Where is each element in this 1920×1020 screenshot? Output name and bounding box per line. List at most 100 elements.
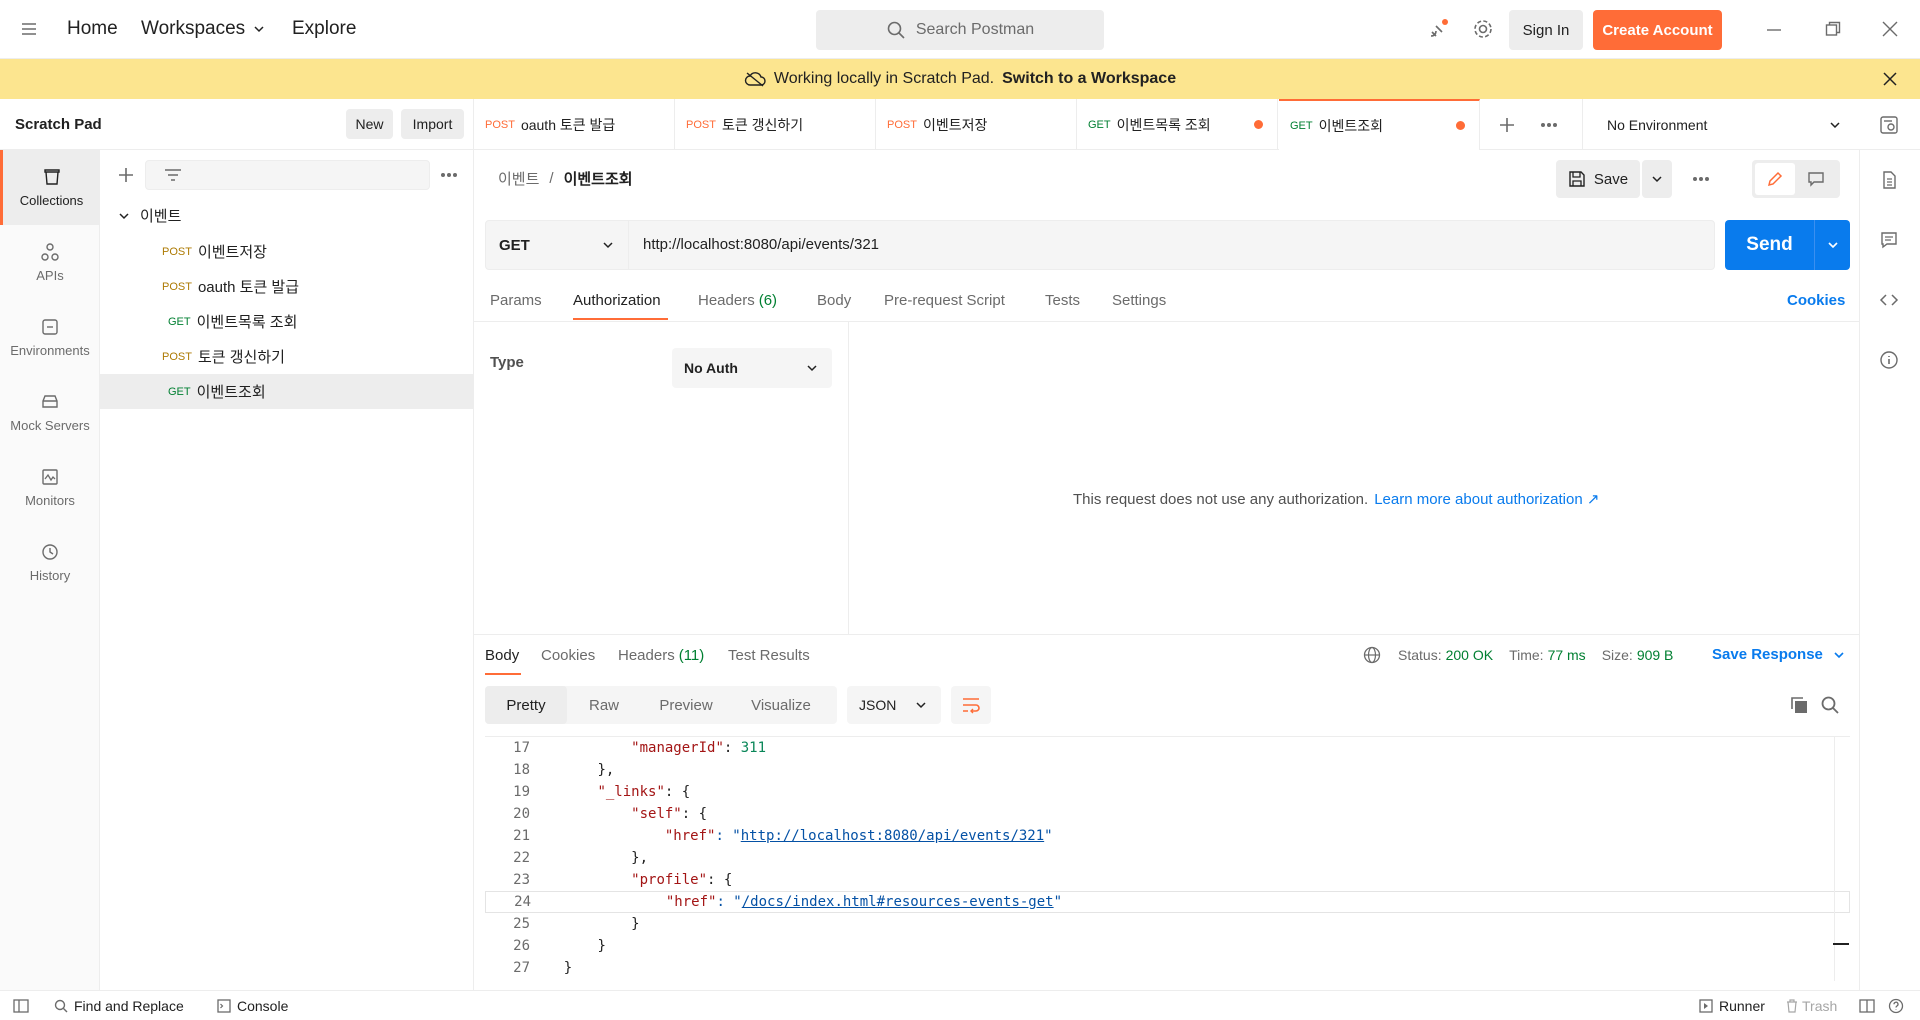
new-button[interactable]: New — [346, 109, 393, 139]
runner-button[interactable]: Runner — [1699, 998, 1765, 1014]
line-number: 26 — [513, 938, 530, 954]
wrap-lines-button[interactable] — [951, 686, 991, 724]
tab-params[interactable]: Params — [490, 292, 542, 309]
more-options-icon[interactable] — [440, 172, 458, 178]
request-name: 이벤트목록 조회 — [196, 314, 298, 331]
rail-item-apis[interactable]: APIs — [0, 225, 100, 300]
switch-workspace-link[interactable]: Switch to a Workspace — [1002, 70, 1176, 88]
two-pane-view-icon[interactable] — [1859, 999, 1875, 1013]
tab-authorization[interactable]: Authorization — [573, 292, 661, 309]
tab-body[interactable]: Body — [817, 292, 851, 309]
search-response-icon[interactable] — [1820, 695, 1840, 715]
request-tab[interactable]: POST oauth 토큰 발급 — [474, 99, 675, 150]
json-link[interactable]: /docs/index.html#resources-events-get — [742, 894, 1054, 910]
help-icon[interactable] — [1888, 998, 1904, 1014]
info-icon[interactable] — [1879, 350, 1899, 370]
send-options-button[interactable] — [1815, 220, 1850, 270]
environment-select[interactable]: No Environment — [1582, 99, 1859, 150]
response-body-code[interactable]: 17 "managerId": 311 18 }, 19 "_links": {… — [485, 736, 1850, 981]
code-snippet-icon[interactable] — [1879, 290, 1899, 310]
method-select[interactable]: GET — [486, 221, 629, 269]
request-item[interactable]: POST 이벤트저장 — [100, 234, 474, 269]
tab-settings[interactable]: Settings — [1112, 292, 1166, 309]
satellite-icon[interactable] — [1428, 18, 1450, 40]
workspaces-menu[interactable]: Workspaces — [141, 18, 265, 40]
globe-icon[interactable] — [1363, 646, 1381, 664]
collection-filter-input[interactable] — [145, 160, 430, 190]
rail-item-history[interactable]: History — [0, 525, 100, 600]
url-input[interactable]: http://localhost:8080/api/events/321 — [643, 236, 879, 253]
response-tab-cookies[interactable]: Cookies — [541, 647, 595, 664]
breadcrumb-parent[interactable]: 이벤트 — [498, 168, 539, 189]
close-window-icon[interactable] — [1882, 21, 1898, 37]
menu-icon[interactable] — [20, 20, 38, 38]
settings-gear-icon[interactable] — [1472, 18, 1494, 40]
save-button[interactable]: Save — [1556, 160, 1640, 198]
trash-button[interactable]: Trash — [1786, 998, 1837, 1014]
response-tab-test-results[interactable]: Test Results — [728, 647, 810, 664]
method-badge: GET — [1290, 119, 1313, 132]
scroll-indicator[interactable] — [1833, 943, 1849, 945]
save-response-button[interactable]: Save Response — [1712, 646, 1845, 663]
size-value[interactable]: 909 B — [1637, 647, 1674, 663]
auth-type-select[interactable]: No Auth — [672, 348, 832, 388]
home-link[interactable]: Home — [67, 18, 118, 40]
view-raw-button[interactable]: Raw — [567, 686, 641, 724]
search-bar[interactable]: Search Postman — [816, 10, 1104, 50]
find-replace-button[interactable]: Find and Replace — [54, 998, 184, 1014]
view-preview-button[interactable]: Preview — [641, 686, 731, 724]
learn-more-authorization-link[interactable]: Learn more about authorization ↗ — [1374, 490, 1599, 508]
code-line: 18 }, — [485, 759, 1850, 781]
comment-mode-button[interactable] — [1795, 163, 1837, 195]
status-value[interactable]: 200 OK — [1446, 647, 1493, 663]
documentation-icon[interactable] — [1879, 170, 1899, 190]
toggle-sidebar-icon[interactable] — [13, 999, 29, 1013]
comments-icon[interactable] — [1879, 230, 1899, 250]
restore-window-icon[interactable] — [1825, 21, 1841, 37]
collection-folder[interactable]: 이벤트 — [100, 198, 474, 233]
view-visualize-button[interactable]: Visualize — [731, 686, 831, 724]
breadcrumb-separator: / — [549, 170, 554, 187]
view-pretty-button[interactable]: Pretty — [485, 686, 567, 724]
explore-link[interactable]: Explore — [292, 18, 356, 40]
json-punct: : — [723, 740, 741, 756]
add-collection-icon[interactable] — [117, 166, 135, 184]
tab-options-icon[interactable] — [1540, 122, 1558, 128]
console-button[interactable]: Console — [217, 998, 288, 1014]
request-tab[interactable]: POST 토큰 갱신하기 — [675, 99, 876, 150]
time-value[interactable]: 77 ms — [1548, 647, 1586, 663]
format-select[interactable]: JSON — [847, 686, 941, 724]
import-button[interactable]: Import — [401, 109, 464, 139]
close-banner-icon[interactable] — [1882, 71, 1898, 87]
tab-tests[interactable]: Tests — [1045, 292, 1080, 309]
rail-item-monitors[interactable]: Monitors — [0, 450, 100, 525]
environment-quick-look-icon[interactable] — [1878, 114, 1900, 136]
json-link[interactable]: http://localhost:8080/api/events/321 — [741, 828, 1044, 844]
rail-item-collections[interactable]: Collections — [0, 150, 100, 225]
rail-item-mock-servers[interactable]: Mock Servers — [0, 375, 100, 450]
tab-prerequest-script[interactable]: Pre-request Script — [884, 292, 1005, 309]
request-item[interactable]: GET 이벤트목록 조회 — [100, 304, 474, 339]
tab-headers[interactable]: Headers (6) — [698, 292, 777, 309]
minimize-window-icon[interactable] — [1766, 22, 1782, 38]
new-tab-plus-icon[interactable] — [1498, 116, 1516, 134]
copy-icon[interactable] — [1789, 695, 1809, 715]
request-tab[interactable]: GET 이벤트목록 조회 — [1077, 99, 1278, 150]
send-button[interactable]: Send — [1725, 220, 1815, 270]
cookies-link[interactable]: Cookies — [1787, 292, 1845, 309]
request-tab-active[interactable]: GET 이벤트조회 — [1279, 99, 1480, 150]
request-item[interactable]: POST oauth 토큰 발급 — [100, 269, 474, 304]
sign-in-button[interactable]: Sign In — [1509, 10, 1583, 50]
request-tab[interactable]: POST 이벤트저장 — [876, 99, 1077, 150]
save-options-button[interactable] — [1642, 160, 1672, 198]
request-options-icon[interactable] — [1692, 176, 1710, 182]
response-tab-body[interactable]: Body — [485, 647, 519, 664]
create-account-button[interactable]: Create Account — [1593, 10, 1722, 50]
request-item-selected[interactable]: GET 이벤트조회 — [100, 374, 474, 409]
rail-item-environments[interactable]: Environments — [0, 300, 100, 375]
response-tab-headers[interactable]: Headers (11) — [618, 647, 704, 664]
edit-mode-button[interactable] — [1755, 163, 1795, 195]
request-item[interactable]: POST 토큰 갱신하기 — [100, 339, 474, 374]
json-punct: } — [597, 938, 606, 954]
